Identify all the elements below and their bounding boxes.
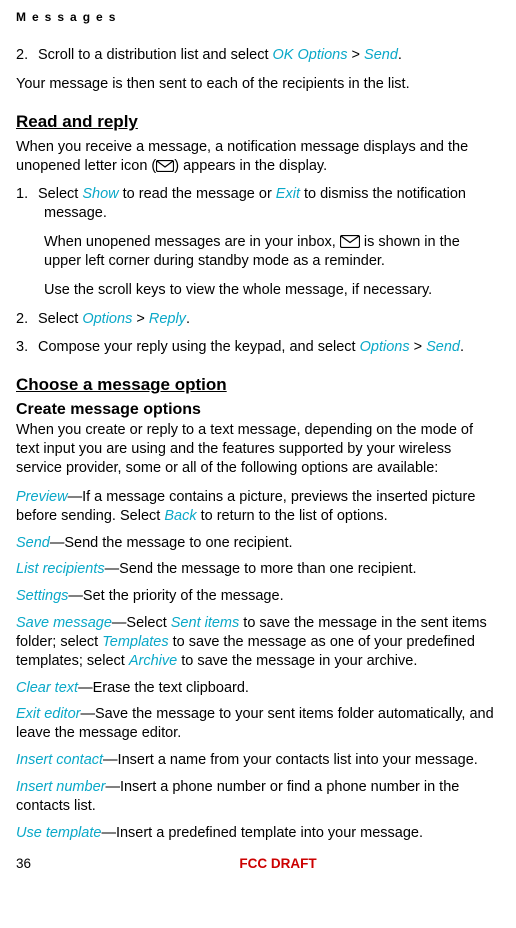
section-read-reply: Read and reply <box>16 112 500 132</box>
reply-key: Reply <box>149 311 186 327</box>
option-list-recipients: List recipients—Send the message to more… <box>16 560 500 579</box>
option-preview: Preview—If a message contains a picture,… <box>16 488 500 526</box>
inbox-reminder: When unopened messages are in your inbox… <box>44 233 500 271</box>
option-send: Send—Send the message to one recipient. <box>16 534 500 553</box>
archive-key: Archive <box>129 653 177 669</box>
back-key: Back <box>164 508 196 524</box>
options-key: Options <box>298 47 348 63</box>
create-intro: When you create or reply to a text messa… <box>16 421 500 478</box>
sent-to-all-text: Your message is then sent to each of the… <box>16 75 500 94</box>
scroll-hint: Use the scroll keys to view the whole me… <box>44 281 500 300</box>
step-number: 2. <box>16 46 38 65</box>
send-key: Send <box>426 339 460 355</box>
envelope-icon <box>340 235 360 248</box>
options-key: Options <box>360 339 410 355</box>
option-clear-text: Clear text—Erase the text clipboard. <box>16 679 500 698</box>
page-footer: 36 FCC DRAFT <box>16 856 500 871</box>
send-key: Send <box>364 47 398 63</box>
option-insert-contact: Insert contact—Insert a name from your c… <box>16 751 500 770</box>
templates-key: Templates <box>102 634 168 650</box>
show-key: Show <box>82 186 118 202</box>
separator: > <box>348 47 365 63</box>
create-options-heading: Create message options <box>16 401 500 419</box>
page-header: Messages <box>16 10 500 24</box>
sent-items-key: Sent items <box>171 615 240 631</box>
step-2: 2.Scroll to a distribution list and sele… <box>16 46 500 65</box>
section-choose-option: Choose a message option <box>16 375 500 395</box>
option-settings: Settings—Set the priority of the message… <box>16 587 500 606</box>
envelope-icon <box>156 160 174 172</box>
read-reply-intro: When you receive a message, a notificati… <box>16 138 500 176</box>
option-use-template: Use template—Insert a predefined templat… <box>16 824 500 843</box>
option-save-message: Save message—Select Sent items to save t… <box>16 614 500 671</box>
rr-step-1: 1.Select Show to read the message or Exi… <box>16 185 500 223</box>
options-key: Options <box>82 311 132 327</box>
rr-step-3: 3.Compose your reply using the keypad, a… <box>16 338 500 357</box>
exit-key: Exit <box>276 186 300 202</box>
option-exit-editor: Exit editor—Save the message to your sen… <box>16 705 500 743</box>
fcc-draft-label: FCC DRAFT <box>56 856 500 871</box>
ok-key: OK <box>273 47 294 63</box>
text: Scroll to a distribution list and select <box>38 47 273 63</box>
rr-step-2: 2.Select Options > Reply. <box>16 310 500 329</box>
option-insert-number: Insert number—Insert a phone number or f… <box>16 778 500 816</box>
